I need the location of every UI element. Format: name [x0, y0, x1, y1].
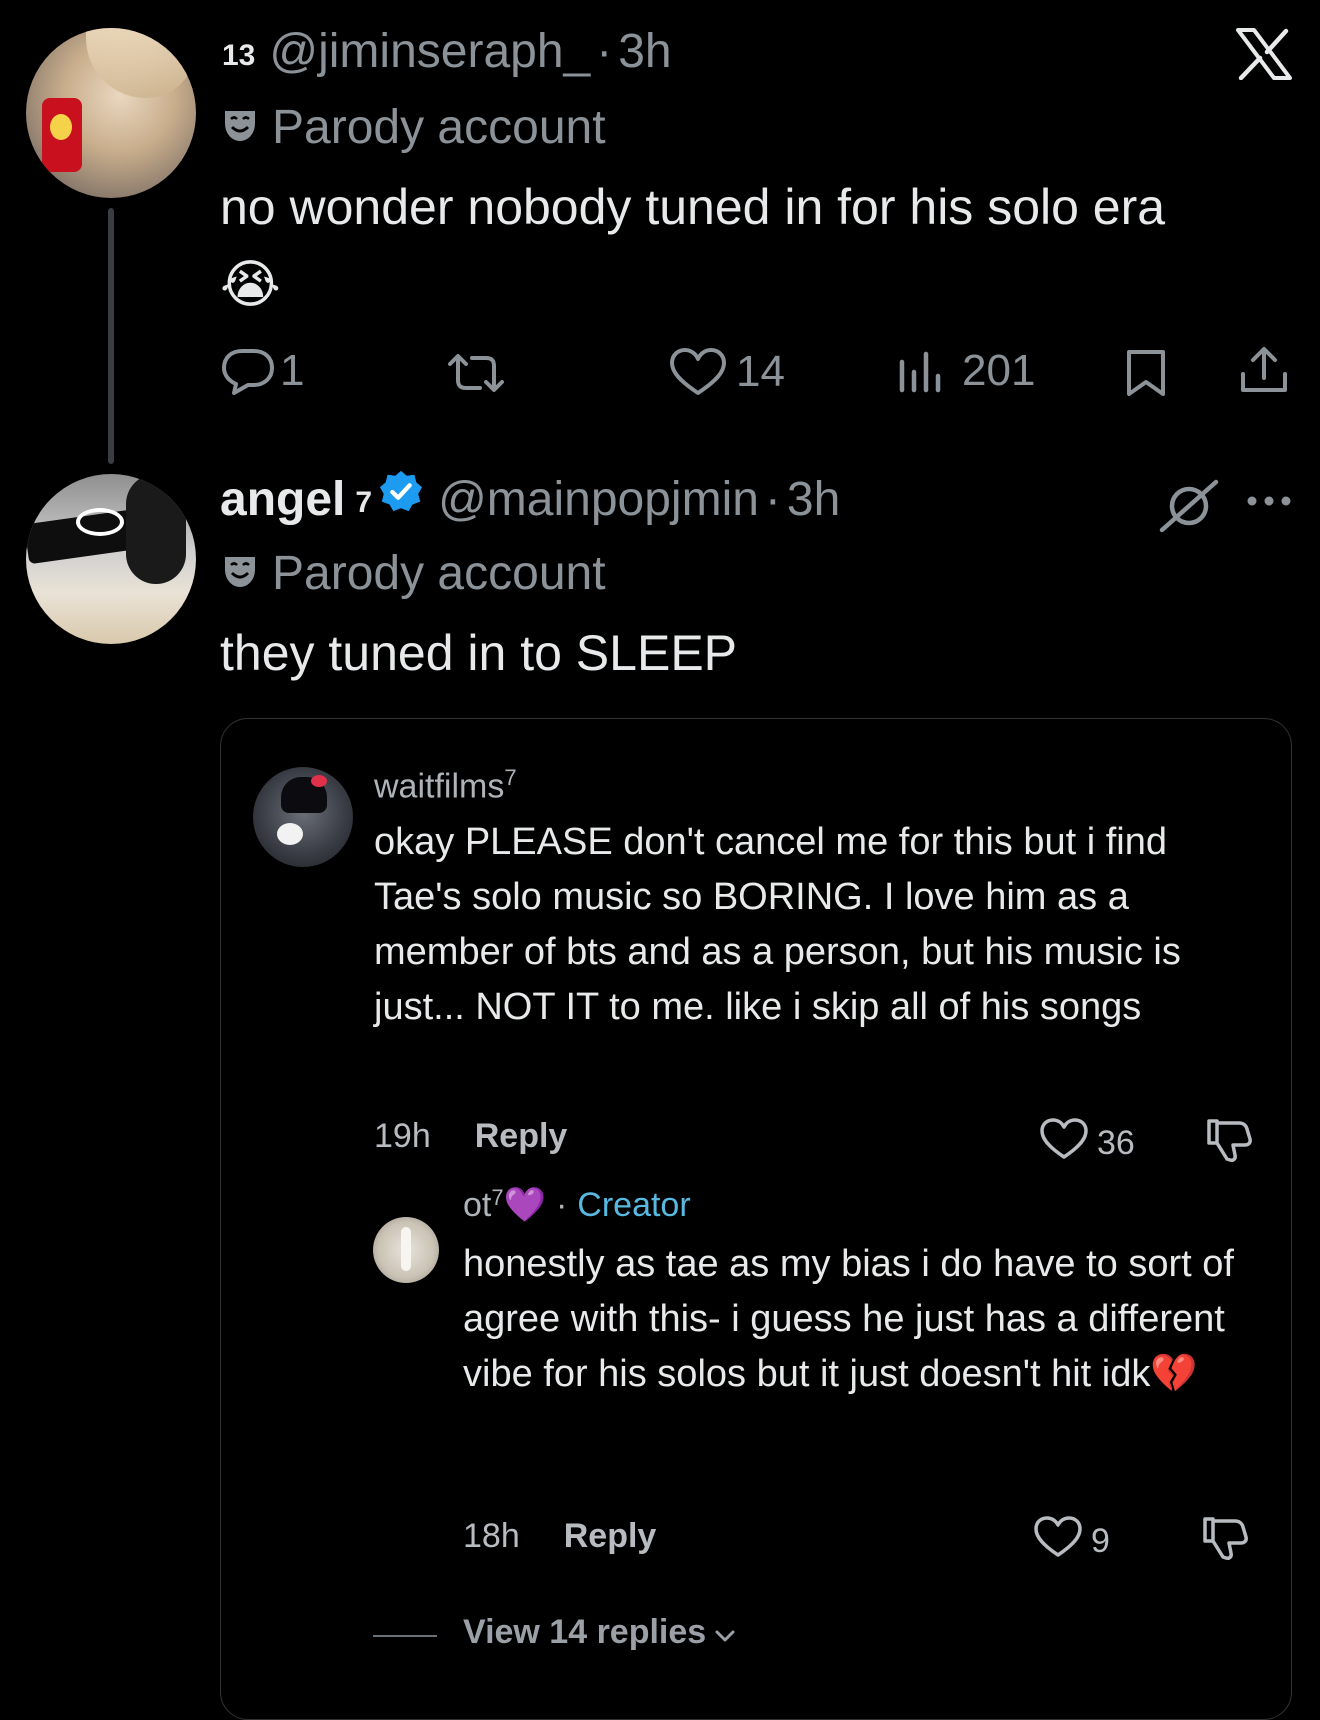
avatar-ot7: [373, 1217, 439, 1283]
comment2-meta: 18h Reply: [463, 1517, 656, 1556]
more-dots-icon: [1246, 494, 1292, 511]
thread-line: [108, 208, 114, 464]
like-action[interactable]: 14: [668, 347, 785, 397]
reply-action[interactable]: 1: [220, 346, 304, 396]
views-count: 201: [962, 346, 1036, 395]
tweet2-text: they tuned in to SLEEP: [220, 625, 738, 681]
view-replies-label: View 14 replies: [463, 1613, 707, 1651]
like-count: 14: [736, 347, 785, 396]
tweet2-dot: ·: [764, 473, 781, 526]
comment1-like-button[interactable]: 36: [1039, 1117, 1135, 1170]
tweet2-superscript: 7: [355, 486, 373, 519]
tweet1-time[interactable]: 3h: [618, 25, 671, 78]
retweet-icon: [444, 352, 508, 394]
heart-icon: [1033, 1515, 1083, 1568]
thumbs-down-icon: [1203, 1119, 1253, 1167]
chevron-down-icon: [714, 1613, 736, 1652]
heart-icon: [668, 347, 728, 397]
comment2-username[interactable]: ot: [463, 1186, 491, 1225]
quoted-media-card[interactable]: waitfilms7 okay PLEASE don't cancel me f…: [220, 718, 1292, 1720]
bookmark-icon: [1124, 348, 1168, 398]
creator-badge: Creator: [577, 1185, 691, 1224]
bar-chart-icon: [896, 348, 946, 394]
comment2-separator: ·: [555, 1185, 568, 1224]
thumbs-down-icon: [1199, 1517, 1249, 1565]
theater-mask-icon: [222, 98, 258, 158]
view-replies-button[interactable]: View 14 replies: [463, 1613, 736, 1652]
comment2-like-count: 9: [1091, 1522, 1110, 1560]
share-icon: [1238, 344, 1290, 396]
tweet2-parody-label: Parody account: [222, 544, 606, 604]
purple-heart-emoji: 💜: [503, 1186, 546, 1224]
comment2-text: honestly as tae as my bias i do have to …: [463, 1243, 1234, 1395]
parody-label-text: Parody account: [272, 547, 606, 600]
comment1-time: 19h: [374, 1117, 431, 1155]
avatar-mainpopjmin[interactable]: [26, 474, 196, 644]
verified-badge-icon: [378, 467, 424, 533]
tweet1-header: 13 @jiminseraph_ · 3h: [222, 20, 672, 84]
tweet1-dot: ·: [596, 25, 613, 78]
comment1-superscript: 7: [504, 765, 517, 790]
view-replies-divider: [373, 1635, 437, 1637]
comment2-time: 18h: [463, 1517, 520, 1555]
more-button[interactable]: [1246, 494, 1292, 512]
comment1-reply-button[interactable]: Reply: [475, 1117, 568, 1156]
comment1-username[interactable]: waitfilms: [374, 767, 504, 805]
avatar-waitfilms: [253, 767, 353, 867]
comment1-dislike-button[interactable]: [1203, 1117, 1253, 1168]
comment2-body: honestly as tae as my bias i do have to …: [463, 1237, 1243, 1402]
retweet-action[interactable]: [444, 352, 508, 394]
comment2-superscript: 7: [491, 1185, 504, 1210]
crying-face-emoji: 😭: [220, 256, 281, 314]
speech-bubble-icon: [220, 347, 276, 395]
x-logo-icon[interactable]: [1236, 28, 1292, 81]
tweet2-header: angel 7 @mainpopjmin · 3h: [220, 464, 840, 536]
tweet1-parody-label: Parody account: [222, 98, 606, 158]
views-action[interactable]: 201: [896, 346, 1035, 396]
tweet2-display-name[interactable]: angel: [220, 467, 345, 533]
tweet2-time[interactable]: 3h: [787, 467, 840, 533]
bookmark-button[interactable]: [1124, 348, 1168, 398]
tweet1-body: no wonder nobody tuned in for his solo e…: [220, 168, 1220, 324]
broken-heart-emoji: 💔: [1150, 1353, 1198, 1395]
mute-button[interactable]: [1158, 478, 1220, 539]
count-badge: 13: [222, 39, 256, 72]
share-button[interactable]: [1238, 344, 1290, 396]
comment1-username-row: waitfilms7: [374, 765, 517, 806]
comment1-text: okay PLEASE don't cancel me for this but…: [374, 821, 1181, 1028]
comment2-reply-button[interactable]: Reply: [564, 1517, 657, 1556]
theater-mask-icon: [222, 544, 258, 604]
comment1-meta: 19h Reply: [374, 1117, 567, 1156]
parody-label-text: Parody account: [272, 101, 606, 154]
tweet1-text: no wonder nobody tuned in for his solo e…: [220, 179, 1166, 235]
comment2-username-row: ot 7 💜 · Creator: [463, 1185, 691, 1225]
comment1-like-count: 36: [1097, 1124, 1135, 1162]
slashed-circle-icon: [1158, 479, 1220, 538]
comment2-dislike-button[interactable]: [1199, 1515, 1249, 1566]
tweet1-handle[interactable]: @jiminseraph_: [269, 25, 590, 78]
avatar-jiminseraph[interactable]: [26, 28, 196, 198]
heart-icon: [1039, 1117, 1089, 1170]
comment2-like-button[interactable]: 9: [1033, 1515, 1110, 1568]
tweet2-handle[interactable]: @mainpopjmin: [438, 467, 759, 533]
reply-count: 1: [280, 346, 305, 395]
